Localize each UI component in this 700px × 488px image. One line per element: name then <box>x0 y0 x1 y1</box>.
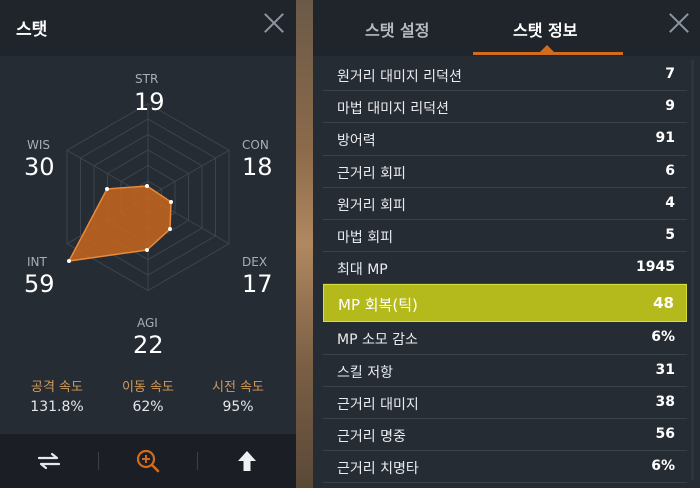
close-icon[interactable] <box>263 12 285 34</box>
list-item-highlighted[interactable]: MP 회복(틱) 48 <box>323 284 687 323</box>
list-item: 마법 회피 5 <box>323 220 687 253</box>
cast-speed: 시전 속도 95% <box>189 376 287 415</box>
stat-label: MP 회복(틱) <box>338 296 418 315</box>
stat-panel-header: 스탯 <box>0 0 296 56</box>
zoom-button[interactable] <box>99 434 197 488</box>
zoom-in-icon <box>136 449 160 473</box>
move-speed-value: 62% <box>132 399 164 415</box>
stat-value: 38 <box>655 393 675 410</box>
stat-info-header: 스탯 설정 스탯 정보 <box>313 0 700 56</box>
attack-speed-value: 131.8% <box>30 399 84 415</box>
list-item: 스킬 저항 31 <box>323 355 687 387</box>
list-item: 원거리 대미지 리덕션 7 <box>323 59 687 92</box>
attack-speed-label: 공격 속도 <box>31 380 83 395</box>
int-value: 59 <box>24 270 55 298</box>
tab-stat-info[interactable]: 스탯 정보 <box>513 17 577 41</box>
wis-value: 30 <box>24 153 55 181</box>
stat-value: 48 <box>653 294 674 313</box>
int-label: INT <box>27 255 47 269</box>
stat-info-list: 원거리 대미지 리덕션 7 마법 대미지 리덕션 9 방어력 91 근거리 회피… <box>323 59 687 484</box>
stat-label: 근거리 회피 <box>337 165 406 182</box>
stat-label: 스킬 저항 <box>337 364 393 381</box>
stat-value: 4 <box>665 194 675 211</box>
radar-point-str <box>145 184 149 188</box>
radar-point-int <box>67 259 71 263</box>
stat-panel-footer <box>0 434 296 488</box>
stat-label: 마법 회피 <box>337 229 393 246</box>
stat-label: 방어력 <box>337 133 376 150</box>
stat-value: 9 <box>665 98 675 115</box>
stat-label: 원거리 회피 <box>337 197 406 214</box>
attack-speed: 공격 속도 131.8% <box>8 376 106 415</box>
stat-panel-title: 스탯 <box>16 20 48 40</box>
stat-radar: STR 19 CON 18 DEX 17 AGI 22 INT 59 WIS 3… <box>0 56 296 370</box>
stat-panel: 스탯 STR 19 CON 18 DEX 17 AGI 22 INT 59 WI… <box>0 0 296 488</box>
active-tab-indicator <box>473 52 623 55</box>
radar-point-dex <box>168 227 172 231</box>
list-item: 방어력 91 <box>323 123 687 156</box>
stat-label: 최대 MP <box>337 262 388 279</box>
upgrade-button[interactable] <box>198 434 296 488</box>
stat-value: 7 <box>665 66 675 82</box>
scrollbar[interactable] <box>691 60 694 480</box>
move-speed: 이동 속도 62% <box>99 376 197 415</box>
agi-value: 22 <box>133 331 164 359</box>
radar-point-con <box>169 200 173 204</box>
list-item: 근거리 대미지 38 <box>323 387 687 419</box>
cast-speed-label: 시전 속도 <box>212 380 264 395</box>
list-item: 원거리 회피 4 <box>323 188 687 220</box>
close-icon[interactable] <box>668 12 690 34</box>
swap-button[interactable] <box>0 434 98 488</box>
active-tab-caret <box>540 45 554 52</box>
list-item: MP 소모 감소 6% <box>323 322 687 355</box>
speed-stats: 공격 속도 131.8% 이동 속도 62% 시전 속도 95% <box>0 376 296 432</box>
str-label: STR <box>135 72 159 86</box>
radar-value-shape <box>67 185 172 262</box>
stat-value: 6 <box>665 162 675 179</box>
dex-label: DEX <box>242 255 268 269</box>
agi-label: AGI <box>137 316 158 330</box>
stat-value: 56 <box>655 425 675 442</box>
stat-label: 근거리 명중 <box>337 428 406 445</box>
swap-icon <box>37 452 61 470</box>
stat-value: 31 <box>655 361 675 378</box>
stat-value: 1945 <box>636 259 675 276</box>
stat-info-panel: 스탯 설정 스탯 정보 원거리 대미지 리덕션 7 마법 대미지 리덕션 9 방… <box>313 0 700 488</box>
list-item: 최대 MP 1945 <box>323 252 687 285</box>
stat-label: MP 소모 감소 <box>337 332 418 349</box>
list-item: 근거리 치명타 6% <box>323 451 687 484</box>
radar-point-wis <box>105 187 109 191</box>
list-item: 근거리 명중 56 <box>323 419 687 452</box>
con-label: CON <box>242 138 269 152</box>
stat-label: 근거리 대미지 <box>337 396 419 413</box>
tab-stat-settings[interactable]: 스탯 설정 <box>365 17 429 41</box>
stat-value: 91 <box>655 130 675 147</box>
upgrade-arrow-icon <box>238 451 256 471</box>
list-item: 마법 대미지 리덕션 9 <box>323 91 687 124</box>
con-value: 18 <box>242 153 273 181</box>
stat-label: 마법 대미지 리덕션 <box>337 101 449 118</box>
str-value: 19 <box>134 88 165 116</box>
stat-label: 원거리 대미지 리덕션 <box>337 69 462 85</box>
stat-value: 6% <box>651 329 675 346</box>
stat-value: 5 <box>665 226 675 243</box>
wis-label: WIS <box>27 138 51 152</box>
move-speed-label: 이동 속도 <box>122 380 174 395</box>
stat-value: 6% <box>651 458 675 475</box>
radar-point-agi <box>145 248 149 252</box>
dex-value: 17 <box>242 270 273 298</box>
cast-speed-value: 95% <box>222 399 254 415</box>
list-item: 근거리 회피 6 <box>323 156 687 188</box>
stat-label: 근거리 치명타 <box>337 461 419 478</box>
